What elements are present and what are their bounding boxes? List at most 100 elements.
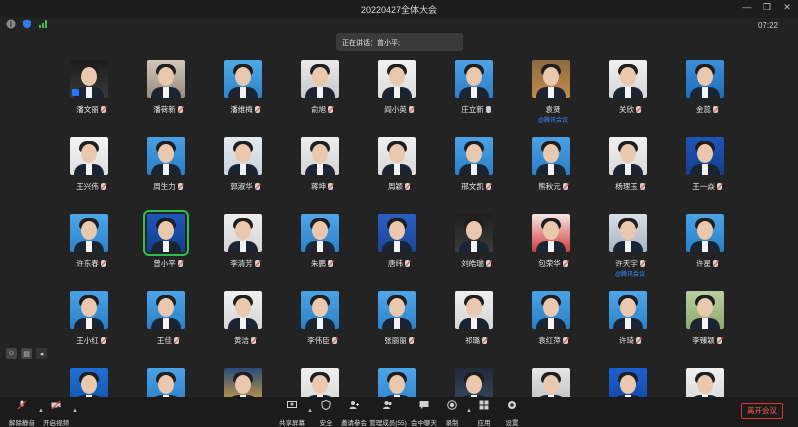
participant-tile[interactable]: 许天宇 @腾讯会议: [597, 214, 657, 286]
participant-tile[interactable]: 周生力: [135, 137, 195, 209]
participant-tile[interactable]: 王兴伟: [58, 137, 118, 209]
participant-name-row: 曾小平: [135, 258, 201, 269]
participant-avatar: [609, 60, 647, 98]
mic-muted-icon: [408, 337, 414, 344]
participant-tile[interactable]: 周颖: [366, 137, 426, 209]
participant-tile[interactable]: 包荣华: [520, 214, 580, 286]
participant-name-row: 周颖: [366, 181, 432, 192]
mic-muted-icon: [485, 260, 491, 267]
leave-meeting-button[interactable]: 离开会议: [741, 403, 783, 419]
participant-name: 李伟臣: [307, 336, 330, 345]
mic-muted-icon: [177, 183, 183, 190]
participant-tile[interactable]: 许星: [674, 214, 734, 286]
participant-tile[interactable]: 唐纬: [366, 214, 426, 286]
participant-tile[interactable]: 潘文丽: [58, 60, 118, 132]
participant-tile[interactable]: [520, 368, 580, 398]
participant-tile[interactable]: 李伟臣: [289, 291, 349, 363]
mic-muted-icon: [716, 183, 722, 190]
participant-tile[interactable]: 祁璐: [443, 291, 503, 363]
participant-tile[interactable]: [289, 368, 349, 398]
mic-muted-icon: [100, 260, 106, 267]
participant-name-row: 朱鹏: [289, 258, 355, 269]
participant-avatar: [686, 214, 724, 252]
participant-tile[interactable]: 张丽丽: [366, 291, 426, 363]
participant-tile[interactable]: 李清芳: [212, 214, 272, 286]
record-icon: [447, 400, 457, 410]
settings-button[interactable]: 设置: [492, 400, 532, 427]
info-icon[interactable]: [6, 19, 16, 29]
participant-tile[interactable]: 许东春: [58, 214, 118, 286]
participant-name-row: 许琦: [597, 335, 663, 346]
participant-tile[interactable]: [443, 368, 503, 398]
participant-name: 许琦: [619, 336, 634, 345]
participant-tile[interactable]: 王佳: [135, 291, 195, 363]
participant-tile[interactable]: 金蕊: [674, 60, 734, 132]
participant-name: 王兴伟: [76, 182, 99, 191]
invite-user-icon: [349, 401, 359, 409]
participant-tile[interactable]: 王小红: [58, 291, 118, 363]
participant-tile[interactable]: 袁红萍: [520, 291, 580, 363]
participant-avatar: [301, 368, 339, 398]
participant-avatar: [686, 368, 724, 398]
start-video-button[interactable]: 开启视频: [36, 400, 76, 427]
participant-tile[interactable]: 袁贤 @腾讯会议: [520, 60, 580, 132]
mic-muted-icon: [328, 183, 333, 190]
signal-icon[interactable]: [38, 19, 48, 29]
participant-tile[interactable]: 许琦: [597, 291, 657, 363]
participant-tile[interactable]: 阎小英: [366, 60, 426, 132]
participant-tile[interactable]: 邢文凯: [443, 137, 503, 209]
participant-tile[interactable]: 郭淑华: [212, 137, 272, 209]
mic-muted-icon: [636, 106, 641, 113]
participant-tile[interactable]: 潘荷新: [135, 60, 195, 132]
participant-tile[interactable]: 关欣: [597, 60, 657, 132]
participant-avatar: [301, 214, 339, 252]
speaking-indicator: 正在讲话：曾小平;: [336, 33, 463, 51]
participant-name-row: 潘荷新: [135, 104, 201, 115]
video-caret-icon[interactable]: ▲: [72, 408, 78, 414]
mic-muted-icon: [485, 183, 491, 190]
shield-icon[interactable]: [22, 19, 32, 29]
participant-tile[interactable]: 庄立新: [443, 60, 503, 132]
participant-tile[interactable]: 杨理玉: [597, 137, 657, 209]
participant-tile[interactable]: [135, 368, 195, 398]
apps-icon: [479, 400, 489, 410]
participant-tile[interactable]: [674, 368, 734, 398]
chat-bubble-icon[interactable]: ▤: [21, 348, 32, 359]
restore-icon[interactable]: ❐: [760, 2, 774, 13]
participant-tile[interactable]: 蒋坤: [289, 137, 349, 209]
participant-avatar: [70, 368, 108, 398]
participant-tile[interactable]: [212, 368, 272, 398]
mic-muted-icon: [100, 106, 106, 113]
camera-off-icon: [51, 400, 61, 410]
participant-avatar: [70, 214, 108, 252]
participant-name-row: 黄洁: [212, 335, 278, 346]
participant-tile[interactable]: 黄洁: [212, 291, 272, 363]
mic-muted-icon: [482, 337, 487, 344]
participant-tile[interactable]: [58, 368, 118, 398]
collapse-arrow-icon[interactable]: ◂: [36, 348, 47, 359]
participant-name: 祁璐: [465, 336, 480, 345]
reaction-icon[interactable]: ☺: [6, 348, 17, 359]
close-icon[interactable]: ✕: [780, 2, 794, 13]
mic-muted-icon: [636, 337, 641, 344]
participant-avatar: [686, 60, 724, 98]
participant-avatar: [455, 137, 493, 175]
participant-name-row: 袁贤: [520, 104, 586, 115]
participant-name: 熊秋元: [538, 182, 561, 191]
participant-tile[interactable]: 王一焱: [674, 137, 734, 209]
participant-tile[interactable]: [597, 368, 657, 398]
gear-icon: [508, 401, 516, 409]
participant-tile[interactable]: 曾小平: [135, 210, 195, 286]
participant-tile[interactable]: 潘维梅: [212, 60, 272, 132]
minimize-icon[interactable]: —: [740, 2, 754, 12]
participant-name-row: 李清芳: [212, 258, 278, 269]
participant-tile[interactable]: 俞旭: [289, 60, 349, 132]
title-bar: 20220427全体大会 — ❐ ✕: [0, 0, 798, 18]
participant-tile[interactable]: 朱鹏: [289, 214, 349, 286]
participant-tile[interactable]: 熊秋元: [520, 137, 580, 209]
participant-tile[interactable]: 李臻颖: [674, 291, 734, 363]
participant-tile[interactable]: 刘皓瑞: [443, 214, 503, 286]
participant-name: 俞旭: [311, 105, 326, 114]
participant-tile[interactable]: [366, 368, 426, 398]
manage-members-button[interactable]: 管理成员(55): [368, 400, 408, 427]
